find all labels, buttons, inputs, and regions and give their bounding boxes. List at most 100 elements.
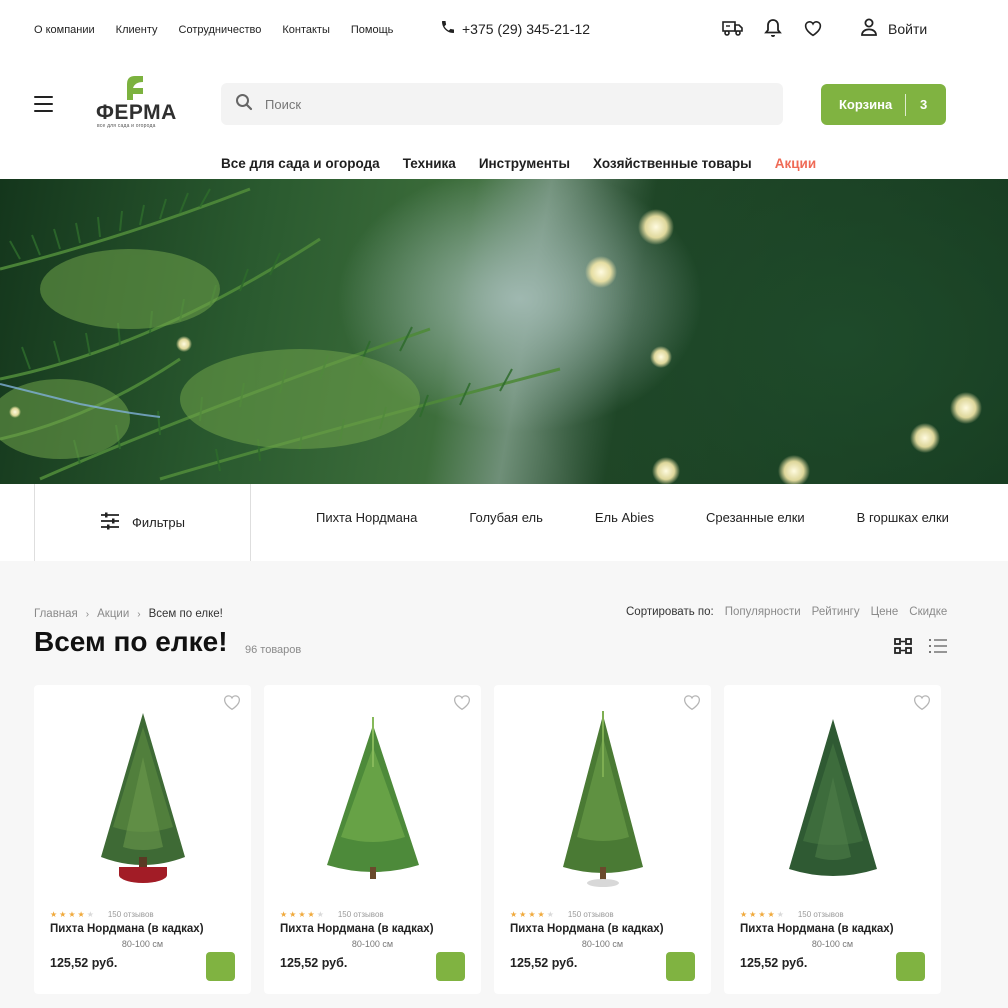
star-icon: ★	[289, 910, 297, 919]
breadcrumb-current: Всем по елке!	[148, 608, 223, 620]
top-bar: О компании Клиенту Сотрудничество Контак…	[0, 0, 1008, 58]
user-icon	[860, 18, 878, 39]
product-image[interactable]	[264, 707, 481, 889]
product-price: 125,52 руб.	[280, 956, 348, 970]
add-to-cart-button[interactable]	[436, 952, 465, 981]
product-name[interactable]: Пихта Нордмана (в кадках)	[740, 923, 894, 935]
category-potted-trees[interactable]: В горшках елки	[857, 510, 949, 525]
list-view-icon[interactable]	[928, 636, 947, 655]
product-image[interactable]	[724, 707, 941, 889]
logo-name: ФЕРМА	[96, 101, 177, 124]
sort-popularity[interactable]: Популярности	[725, 606, 801, 618]
product-size: 80-100 см	[121, 939, 164, 949]
product-size: 80-100 см	[351, 939, 394, 949]
star-icon: ★	[740, 910, 748, 919]
category-blue-spruce[interactable]: Голубая ель	[469, 510, 543, 525]
product-card[interactable]: ★ ★ ★ ★ ★ 150 отзывов Пихта Нордмана (в …	[34, 685, 251, 994]
product-card[interactable]: ★ ★ ★ ★ ★ 150 отзывов Пихта Нордмана (в …	[494, 685, 711, 994]
breadcrumb-home[interactable]: Главная	[34, 608, 78, 620]
breadcrumb-sales[interactable]: Акции	[97, 608, 129, 620]
sort-label: Сортировать по:	[626, 606, 714, 618]
add-to-cart-button[interactable]	[666, 952, 695, 981]
product-image[interactable]	[34, 707, 251, 889]
category-nordmann[interactable]: Пихта Нордмана	[316, 510, 417, 525]
star-icon: ★	[758, 910, 766, 919]
chevron-right-icon: ›	[85, 608, 90, 620]
star-icon: ★	[280, 910, 288, 919]
product-card[interactable]: ★ ★ ★ ★ ★ 150 отзывов Пихта Нордмана (в …	[724, 685, 941, 994]
filters-button[interactable]: Фильтры	[34, 484, 251, 561]
product-rating: ★ ★ ★ ★ ★ 150 отзывов	[50, 910, 154, 919]
search-icon	[235, 93, 253, 116]
bell-icon[interactable]	[762, 17, 784, 39]
menu-burger-icon[interactable]	[34, 96, 53, 112]
sort-discount[interactable]: Скидке	[909, 606, 947, 618]
star-empty-icon: ★	[316, 910, 324, 919]
filters-label: Фильтры	[131, 515, 185, 530]
search-input[interactable]	[265, 96, 745, 112]
product-rating: ★ ★ ★ ★ ★ 150 отзывов	[740, 910, 844, 919]
leaf-logo-icon	[127, 76, 143, 100]
top-link-contacts[interactable]: Контакты	[282, 24, 330, 36]
top-link-about[interactable]: О компании	[34, 24, 95, 36]
hero-banner	[0, 179, 1008, 484]
fir-branches-illustration	[0, 187, 982, 484]
search-bar[interactable]	[221, 83, 783, 125]
reviews-count: 150 отзывов	[107, 910, 154, 919]
nav-item-household[interactable]: Хозяйственные товары	[593, 156, 752, 171]
sort-rating[interactable]: Рейтингу	[812, 606, 860, 618]
delivery-truck-icon[interactable]	[722, 17, 744, 39]
product-image[interactable]	[494, 707, 711, 889]
user-actions	[722, 17, 824, 39]
nav-item-tools[interactable]: Инструменты	[479, 156, 570, 171]
product-price: 125,52 руб.	[740, 956, 808, 970]
phone-link[interactable]: +375 (29) 345-21-12	[440, 19, 590, 38]
star-icon: ★	[519, 910, 527, 919]
add-to-cart-button[interactable]	[896, 952, 925, 981]
product-rating: ★ ★ ★ ★ ★ 150 отзывов	[510, 910, 614, 919]
nav-item-machinery[interactable]: Техника	[403, 156, 456, 171]
reviews-count: 150 отзывов	[567, 910, 614, 919]
cart-label: Корзина	[839, 97, 893, 112]
nav-item-sales[interactable]: Акции	[775, 156, 816, 171]
star-empty-icon: ★	[776, 910, 784, 919]
product-price: 125,52 руб.	[50, 956, 118, 970]
reviews-count: 150 отзывов	[797, 910, 844, 919]
category-links: Пихта Нордмана Голубая ель Ель Abies Сре…	[316, 510, 949, 525]
star-icon: ★	[537, 910, 545, 919]
star-icon: ★	[528, 910, 536, 919]
product-size: 80-100 см	[811, 939, 854, 949]
category-abies[interactable]: Ель Abies	[595, 510, 654, 525]
star-icon: ★	[307, 910, 315, 919]
top-link-client[interactable]: Клиенту	[116, 24, 158, 36]
main-nav: Все для сада и огорода Техника Инструмен…	[221, 156, 816, 171]
page-title: Всем по елке!	[34, 626, 228, 657]
grid-view-icon[interactable]	[893, 636, 912, 655]
heart-icon[interactable]	[802, 17, 824, 39]
top-link-partnership[interactable]: Сотрудничество	[179, 24, 262, 36]
sort-price[interactable]: Цене	[871, 606, 899, 618]
star-icon: ★	[749, 910, 757, 919]
breadcrumb: Главная › Акции › Всем по елке!	[34, 608, 223, 620]
nav-item-garden[interactable]: Все для сада и огорода	[221, 156, 380, 171]
star-empty-icon: ★	[546, 910, 554, 919]
product-size: 80-100 см	[581, 939, 624, 949]
product-count: 96 товаров	[245, 644, 302, 656]
product-name[interactable]: Пихта Нордмана (в кадках)	[50, 923, 204, 935]
star-empty-icon: ★	[86, 910, 94, 919]
login-button[interactable]: Войти	[860, 18, 927, 39]
phone-icon	[440, 19, 456, 38]
add-to-cart-button[interactable]	[206, 952, 235, 981]
view-toggles	[893, 636, 947, 655]
logo[interactable]: ФЕРМА все для сада и огорода	[94, 74, 184, 132]
filters-icon	[100, 512, 120, 533]
chevron-right-icon: ›	[137, 608, 141, 620]
star-icon: ★	[298, 910, 306, 919]
top-link-help[interactable]: Помощь	[351, 24, 394, 36]
product-name[interactable]: Пихта Нордмана (в кадках)	[280, 923, 434, 935]
cart-button[interactable]: Корзина 3	[821, 84, 946, 125]
star-icon: ★	[59, 910, 67, 919]
category-cut-trees[interactable]: Срезанные елки	[706, 510, 805, 525]
product-card[interactable]: ★ ★ ★ ★ ★ 150 отзывов Пихта Нордмана (в …	[264, 685, 481, 994]
product-name[interactable]: Пихта Нордмана (в кадках)	[510, 923, 664, 935]
